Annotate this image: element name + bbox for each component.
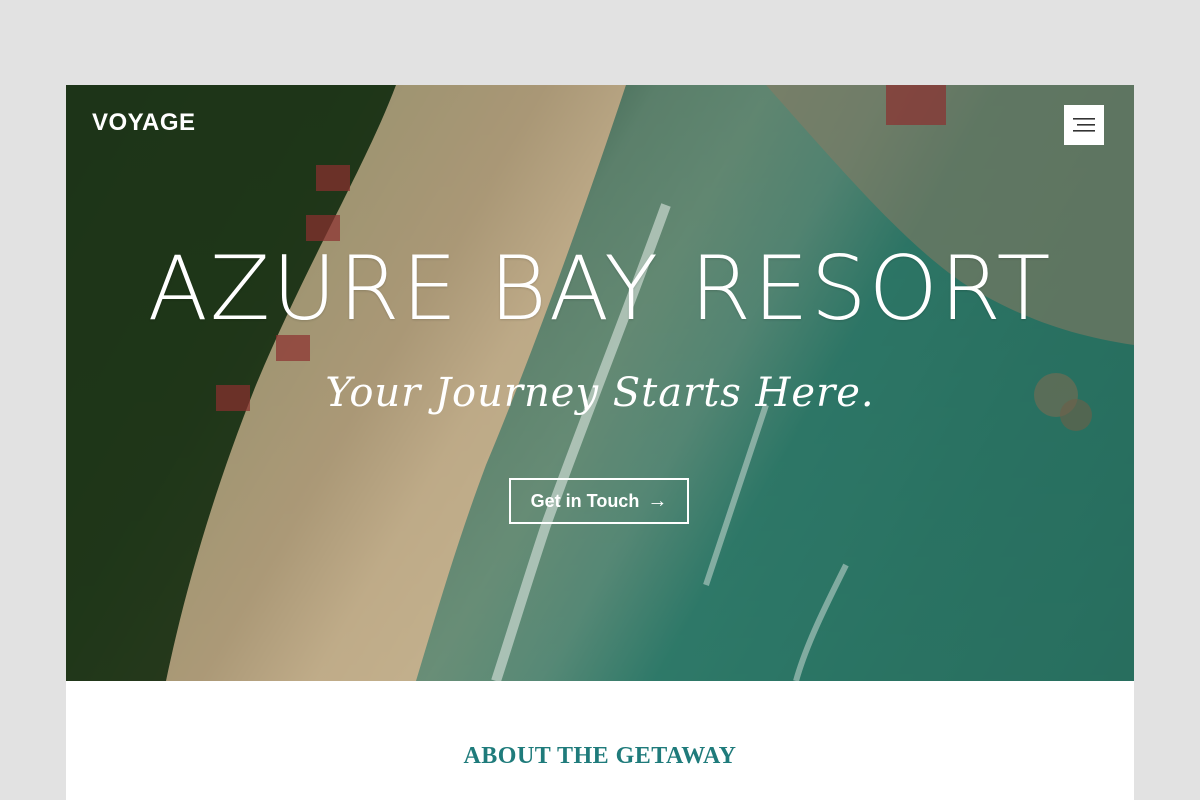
hero-section: VOYAGE AZURE BAY RESORT Your Journey Sta…	[66, 85, 1134, 681]
menu-button[interactable]	[1064, 105, 1104, 145]
hero-title: AZURE BAY RESORT	[147, 237, 1053, 340]
page-frame: VOYAGE AZURE BAY RESORT Your Journey Sta…	[66, 85, 1134, 800]
brand-logo[interactable]: VOYAGE	[92, 109, 196, 137]
cta-label: Get in Touch	[530, 490, 640, 511]
hamburger-icon	[1073, 118, 1095, 132]
get-in-touch-button[interactable]: Get in Touch →	[509, 478, 689, 524]
arrow-right-icon: →	[647, 490, 668, 512]
section-label: ABOUT THE GETAWAY	[463, 743, 737, 769]
hero-tagline: Your Journey Starts Here.	[325, 370, 875, 416]
